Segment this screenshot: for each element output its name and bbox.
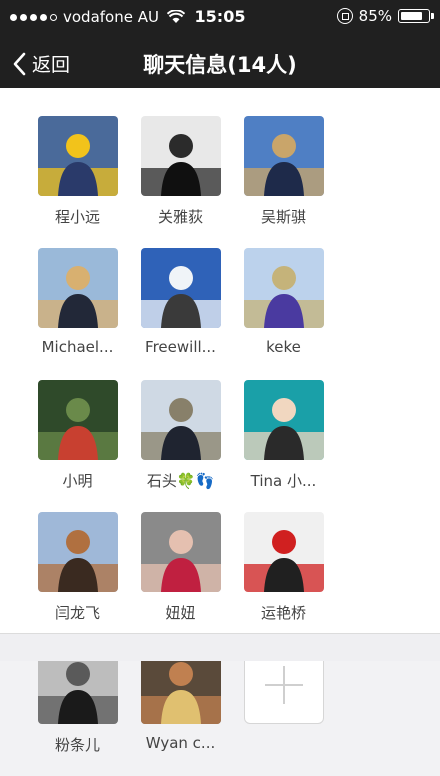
member-item[interactable]: keke xyxy=(232,248,335,380)
member-name: 吴斯骐 xyxy=(260,208,306,226)
member-name: Michael... xyxy=(41,338,114,356)
member-avatar[interactable] xyxy=(140,116,221,196)
navigation-bar: 返回 聊天信息(14人) xyxy=(0,40,440,88)
member-name: Wyan c... xyxy=(145,734,216,752)
member-avatar[interactable] xyxy=(243,512,324,592)
member-item[interactable]: 运艳桥 xyxy=(232,512,335,644)
member-item[interactable]: Freewill... xyxy=(129,248,232,380)
member-name: Freewill... xyxy=(145,338,216,356)
add-member-item[interactable] xyxy=(232,644,335,776)
member-name: 石头🍀👣 xyxy=(146,472,215,490)
member-item[interactable]: 闫龙飞 xyxy=(26,512,129,644)
member-grid: 程小远 关雅荻 吴斯骐 Michael... Freewill... keke 小明 石头🍀👣… xyxy=(26,116,426,776)
member-name: 粉条儿 xyxy=(54,736,100,754)
member-name: 闫龙飞 xyxy=(54,604,100,622)
member-avatar[interactable] xyxy=(140,512,221,592)
member-item[interactable]: 小明 xyxy=(26,380,129,512)
member-avatar[interactable] xyxy=(140,380,221,460)
member-name: 程小远 xyxy=(54,208,100,226)
member-name: 关雅荻 xyxy=(157,208,203,226)
member-item[interactable]: 程小远 xyxy=(26,116,129,248)
member-name: Tina 小... xyxy=(250,472,317,490)
member-name: keke xyxy=(266,338,301,356)
status-bar: vodafone AU 15:05 85% xyxy=(0,0,440,40)
footer-divider xyxy=(0,633,440,661)
member-avatar[interactable] xyxy=(243,380,324,460)
member-avatar[interactable] xyxy=(37,512,118,592)
status-right: 85% xyxy=(336,7,434,25)
member-avatar[interactable] xyxy=(37,248,118,328)
member-item[interactable]: 吴斯骐 xyxy=(232,116,335,248)
member-name: 小明 xyxy=(62,472,93,490)
rotation-lock-icon xyxy=(336,8,353,24)
member-item[interactable]: Michael... xyxy=(26,248,129,380)
page-title: 聊天信息(14人) xyxy=(143,53,297,77)
member-item[interactable]: Tina 小... xyxy=(232,380,335,512)
member-item[interactable]: 粉条儿 xyxy=(26,644,129,776)
battery-percent: 85% xyxy=(358,7,392,25)
member-avatar[interactable] xyxy=(243,116,324,196)
member-item[interactable]: 石头🍀👣 xyxy=(129,380,232,512)
battery-icon xyxy=(398,9,434,23)
member-item[interactable]: 妞妞 xyxy=(129,512,232,644)
member-avatar[interactable] xyxy=(37,380,118,460)
member-avatar[interactable] xyxy=(37,116,118,196)
member-avatar[interactable] xyxy=(140,248,221,328)
member-name: 妞妞 xyxy=(165,604,196,622)
member-avatar[interactable] xyxy=(243,248,324,328)
member-item[interactable]: Wyan c... xyxy=(129,644,232,776)
member-item[interactable]: 关雅荻 xyxy=(129,116,232,248)
member-panel: 程小远 关雅荻 吴斯骐 Michael... Freewill... keke 小明 石头🍀👣… xyxy=(0,88,440,754)
member-name: 运艳桥 xyxy=(260,604,306,622)
